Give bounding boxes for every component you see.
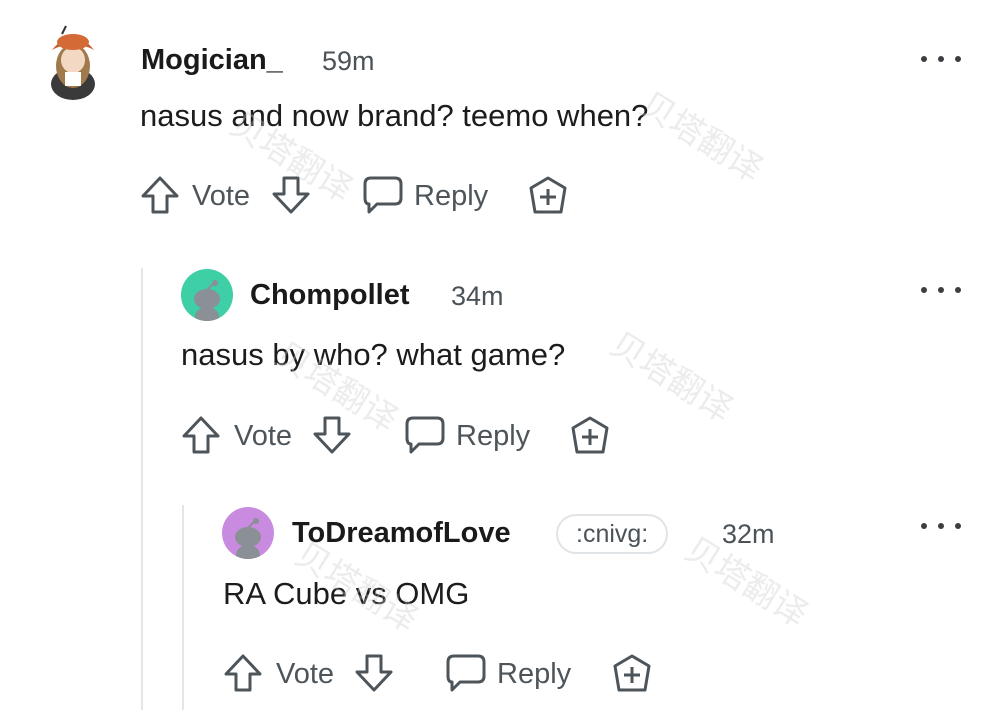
- more-options-button[interactable]: [921, 280, 961, 300]
- vote-label: Vote: [234, 420, 293, 452]
- comment-text: RA Cube vs OMG: [223, 576, 470, 611]
- upvote-button[interactable]: [180, 414, 222, 461]
- downvote-button[interactable]: [270, 174, 312, 221]
- vote-label: Vote: [276, 658, 335, 690]
- comment-text: nasus and now brand? teemo when?: [140, 98, 649, 133]
- timestamp: 32m: [722, 519, 775, 549]
- avatar-image-icon: [44, 22, 102, 100]
- reply-button[interactable]: [361, 174, 405, 221]
- timestamp: 34m: [451, 281, 504, 311]
- avatar[interactable]: [44, 22, 102, 100]
- reply-label[interactable]: Reply: [456, 420, 530, 453]
- avatar[interactable]: [181, 269, 233, 321]
- thread-line-level-2[interactable]: [182, 505, 184, 710]
- snoo-avatar-icon: [235, 518, 261, 559]
- watermark: 贝塔翻译: [632, 84, 770, 191]
- reply-label[interactable]: Reply: [497, 658, 571, 691]
- upvote-button[interactable]: [139, 174, 181, 221]
- comment-text: nasus by who? what game?: [181, 337, 566, 372]
- upvote-arrow-icon: [141, 176, 179, 214]
- avatar[interactable]: [222, 507, 274, 559]
- downvote-arrow-icon: [313, 416, 351, 454]
- downvote-arrow-icon: [272, 176, 310, 214]
- user-flair: :cnivg:: [556, 514, 669, 554]
- snoo-avatar-icon: [194, 280, 220, 321]
- username[interactable]: ToDreamofLove: [292, 517, 511, 550]
- vote-label: Vote: [192, 180, 251, 212]
- downvote-button[interactable]: [353, 652, 395, 699]
- upvote-arrow-icon: [224, 654, 262, 692]
- username[interactable]: Mogician_: [141, 44, 283, 77]
- thread-line-level-1[interactable]: [141, 268, 143, 710]
- reply-button[interactable]: [403, 414, 447, 461]
- watermark: 贝塔翻译: [602, 324, 740, 431]
- timestamp: 59m: [322, 46, 375, 76]
- username[interactable]: Chompollet: [250, 279, 410, 312]
- reply-label[interactable]: Reply: [414, 180, 488, 213]
- award-plus-icon: [613, 654, 651, 692]
- upvote-arrow-icon: [182, 416, 220, 454]
- downvote-button[interactable]: [311, 414, 353, 461]
- reply-bubble-icon: [363, 176, 403, 214]
- reply-bubble-icon: [446, 654, 486, 692]
- upvote-button[interactable]: [222, 652, 264, 699]
- award-button[interactable]: [526, 174, 570, 223]
- more-options-button[interactable]: [921, 516, 961, 536]
- reply-bubble-icon: [405, 416, 445, 454]
- award-button[interactable]: [568, 414, 612, 463]
- reply-button[interactable]: [444, 652, 488, 699]
- award-plus-icon: [529, 176, 567, 214]
- award-button[interactable]: [610, 652, 654, 701]
- award-plus-icon: [571, 416, 609, 454]
- more-options-button[interactable]: [921, 49, 961, 69]
- downvote-arrow-icon: [355, 654, 393, 692]
